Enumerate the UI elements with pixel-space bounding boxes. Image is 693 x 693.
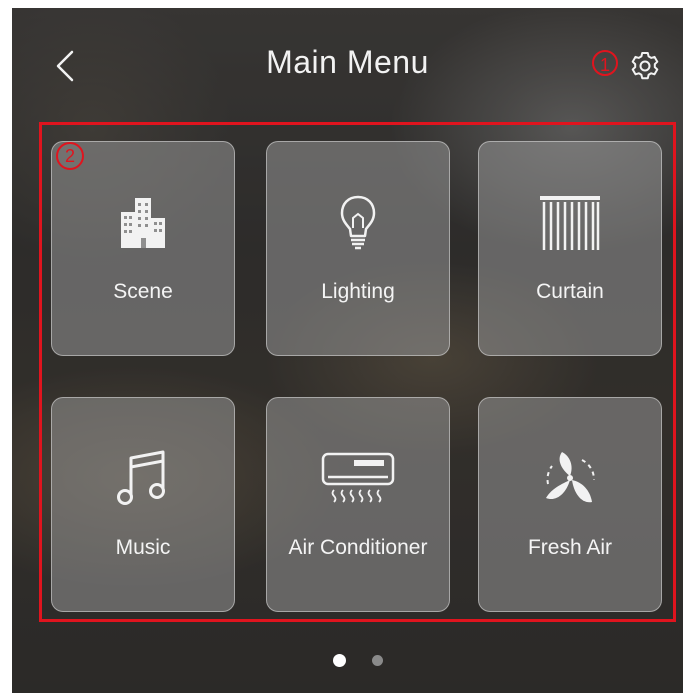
menu-tile-label: Curtain <box>536 280 604 303</box>
menu-tile-label: Lighting <box>321 280 395 303</box>
menu-tile-label: Scene <box>113 280 173 303</box>
menu-tile-lighting[interactable]: Lighting <box>266 141 450 356</box>
page-indicator <box>12 654 683 668</box>
lightbulb-icon <box>340 195 376 250</box>
buildings-icon <box>121 198 165 248</box>
menu-tile-curtain[interactable]: Curtain <box>478 141 662 356</box>
menu-tile-label: Fresh Air <box>527 536 613 559</box>
menu-tile-scene[interactable]: Scene <box>51 141 235 356</box>
music-note-icon <box>117 450 165 505</box>
page-dot-inactive[interactable] <box>372 655 383 666</box>
fan-leaves-icon <box>546 452 596 503</box>
gear-icon <box>631 52 659 80</box>
page-title: Main Menu <box>266 44 429 80</box>
settings-button[interactable] <box>629 50 661 82</box>
menu-tile-music[interactable]: Music <box>51 397 235 612</box>
header-bar: Main Menu 1 <box>12 8 683 118</box>
menu-tile-fresh-air[interactable]: Fresh Air <box>478 397 662 612</box>
menu-tile-label: Air Conditioner <box>288 536 428 559</box>
menu-tile-label: Music <box>115 536 171 559</box>
annotation-marker-1: 1 <box>592 50 618 76</box>
curtain-icon <box>540 196 600 250</box>
app-screen: Main Menu 1 Scene 2 Lighting Curtain Mus… <box>12 8 683 693</box>
annotation-marker-2: 2 <box>56 142 84 170</box>
air-conditioner-icon <box>321 452 395 503</box>
menu-tile-air-conditioner[interactable]: Air Conditioner <box>266 397 450 612</box>
page-dot-active[interactable] <box>333 654 346 667</box>
